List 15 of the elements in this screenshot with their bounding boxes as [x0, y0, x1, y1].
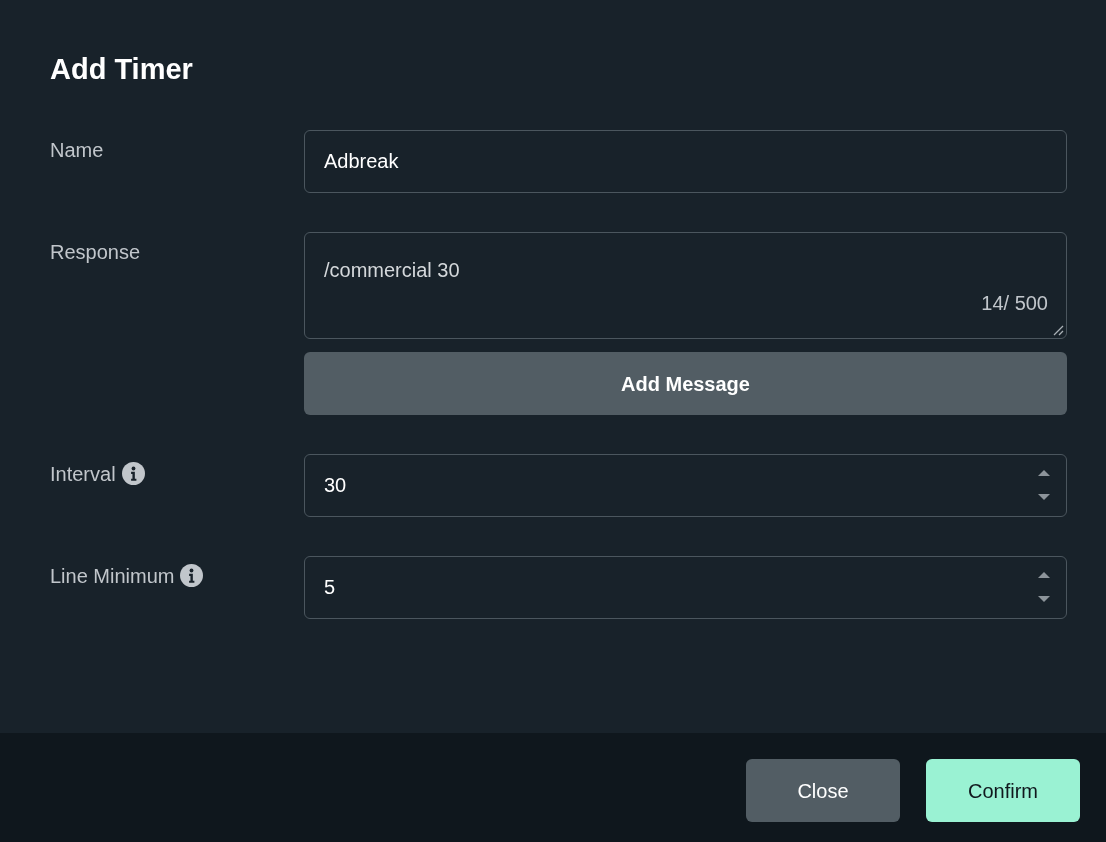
close-button[interactable]: Close [746, 759, 900, 822]
spinner-arrows-icon [1038, 569, 1050, 605]
character-counter: 14/ 500 [981, 291, 1048, 315]
field-label: Interval [50, 462, 116, 486]
field-label: Response [50, 240, 141, 264]
text-input[interactable]: Adbreak [304, 130, 1067, 193]
confirm-button[interactable]: Confirm [926, 759, 1080, 822]
resize-grip-icon [1053, 325, 1064, 336]
dialog-title: Add Timer [50, 52, 193, 87]
field-label: Line Minimum [50, 564, 175, 588]
number-input[interactable]: 30 [304, 454, 1067, 517]
add-message-button[interactable]: Add Message [304, 352, 1067, 415]
number-input[interactable]: 5 [304, 556, 1067, 619]
spinner-arrows-icon [1038, 467, 1050, 503]
field-label: Name [50, 138, 104, 162]
